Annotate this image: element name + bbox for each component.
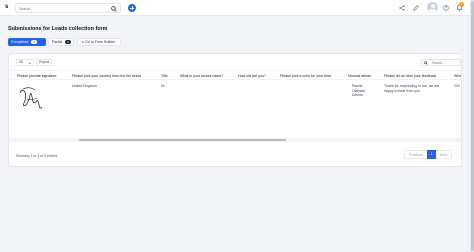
scrollbar-thumb[interactable] bbox=[79, 138, 286, 142]
tab-label: Completed bbox=[11, 40, 29, 44]
table-search[interactable] bbox=[421, 59, 461, 66]
cell-artist: Davido bbox=[352, 93, 363, 98]
next-page-button[interactable]: Next bbox=[436, 150, 452, 159]
tab-partial[interactable]: Partial 0 bbox=[48, 38, 74, 46]
cell-date: 202 bbox=[454, 84, 460, 88]
search-input[interactable] bbox=[19, 6, 105, 11]
add-button[interactable] bbox=[128, 4, 136, 12]
scrollbar-thumb[interactable] bbox=[470, 1, 474, 251]
button-label: Go to Form Builder bbox=[85, 40, 116, 44]
horizontal-scrollbar[interactable] bbox=[9, 138, 461, 142]
tab-label: Partial bbox=[52, 40, 63, 44]
avatar[interactable] bbox=[427, 2, 438, 13]
column-header[interactable]: Title bbox=[161, 74, 168, 78]
rows-per-page-select[interactable]: 25 bbox=[16, 59, 34, 66]
export-button[interactable]: Export bbox=[36, 59, 52, 66]
search-icon[interactable] bbox=[111, 5, 117, 12]
column-header[interactable]: Please provide signature bbox=[17, 74, 57, 78]
top-bar: s 1 bbox=[0, 0, 470, 16]
submissions-panel: 25 Export Please provide signature Pleas… bbox=[8, 53, 462, 167]
tab-count-badge: 0 bbox=[65, 40, 72, 45]
select-value: 25 bbox=[19, 60, 23, 64]
go-to-form-builder-button[interactable]: ➜ Go to Form Builder bbox=[77, 38, 121, 46]
cell-country: United Kingdom bbox=[72, 84, 97, 88]
notification-badge: 1 bbox=[459, 2, 464, 7]
column-header[interactable]: Whe bbox=[454, 74, 461, 78]
table-search-input[interactable] bbox=[432, 61, 460, 65]
signature-image[interactable] bbox=[17, 83, 43, 111]
column-header[interactable]: Musical artists bbox=[348, 74, 371, 78]
page-title: Submissions for Leads collection form bbox=[8, 26, 108, 32]
tab-completed[interactable]: Completed 3 bbox=[8, 38, 46, 46]
edit-icon[interactable] bbox=[413, 5, 419, 11]
cell-feedback: happy to hear from you bbox=[384, 88, 420, 93]
previous-page-button[interactable]: Previous bbox=[404, 150, 427, 159]
app-logo[interactable]: s bbox=[5, 4, 8, 10]
cell-title: Dr bbox=[161, 84, 165, 88]
column-header[interactable]: How old are you? bbox=[238, 74, 266, 78]
table-header: Please provide signature Please pick you… bbox=[9, 70, 461, 80]
chevron-down-icon bbox=[28, 61, 31, 64]
column-header[interactable]: What is your school name? bbox=[180, 74, 223, 78]
help-icon[interactable] bbox=[443, 5, 449, 11]
vertical-scrollbar[interactable] bbox=[470, 0, 474, 252]
column-header[interactable]: Please pick your country from the list b… bbox=[72, 74, 141, 78]
column-header[interactable]: Please pick a color for your item bbox=[280, 74, 331, 78]
entries-info: Showing 1 to 3 of 3 entries bbox=[16, 154, 58, 158]
global-search[interactable] bbox=[15, 3, 121, 13]
column-header[interactable]: Please let us hear your feedback bbox=[384, 74, 436, 78]
page-1-button[interactable]: 1 bbox=[427, 150, 436, 159]
tab-count-badge: 3 bbox=[31, 40, 38, 45]
search-icon bbox=[424, 61, 428, 65]
share-icon[interactable] bbox=[399, 5, 405, 11]
